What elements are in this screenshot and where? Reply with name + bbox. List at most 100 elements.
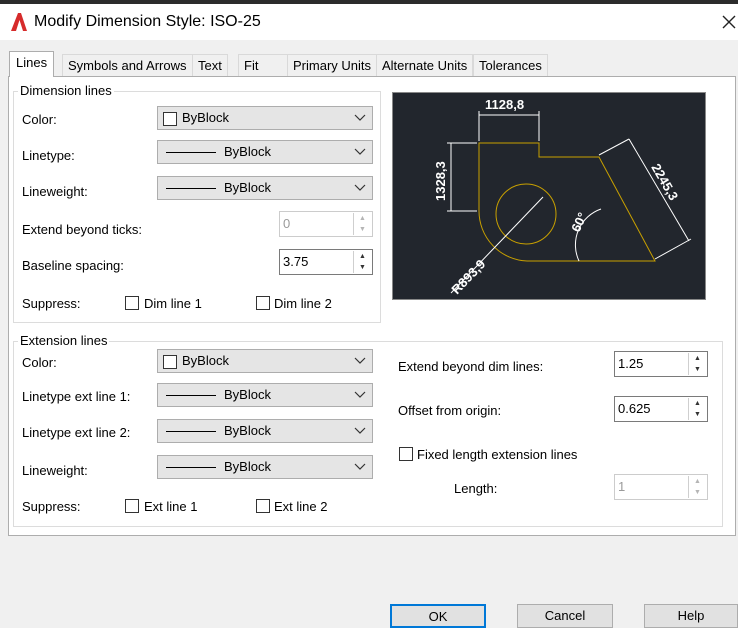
ext-line1-combo[interactable]: ByBlock — [157, 383, 373, 407]
help-button[interactable]: Help — [644, 604, 738, 628]
ext-suppress-label: Suppress: — [22, 499, 81, 514]
preview-drawing: 1128,8 1328,3 2245,3 60° R893,9 — [433, 97, 692, 298]
dim-lineweight-value: ByBlock — [224, 180, 271, 195]
ext-line2-label: Linetype ext line 2: — [22, 425, 131, 440]
spin-down-icon[interactable]: ▼ — [688, 409, 706, 420]
ext-line-1-checkbox[interactable] — [125, 499, 139, 513]
ok-button[interactable]: OK — [390, 604, 486, 628]
ext-line1-value: ByBlock — [224, 387, 271, 402]
radius-text: R893,9 — [448, 257, 488, 298]
chevron-down-icon — [354, 148, 366, 155]
spin-up-icon[interactable]: ▲ — [688, 398, 706, 409]
line-sample — [166, 395, 216, 396]
dim-line-2-checkbox[interactable] — [256, 296, 270, 310]
baseline-spacing-label: Baseline spacing: — [22, 258, 124, 273]
part-hole — [495, 183, 557, 245]
color-swatch — [163, 355, 177, 369]
dim-linetype-value: ByBlock — [224, 144, 271, 159]
dim-line-1-checkbox[interactable] — [125, 296, 139, 310]
line-sample — [166, 467, 216, 468]
ext-line-1-label: Ext line 1 — [144, 499, 198, 514]
offset-from-origin-value: 0.625 — [618, 401, 651, 416]
spin-up-icon[interactable]: ▲ — [688, 353, 706, 364]
tab-tolerances[interactable]: Tolerances — [473, 54, 548, 76]
ext-lineweight-label: Lineweight: — [22, 463, 88, 478]
dim-left-lines — [447, 142, 477, 212]
dim-diag-lines — [598, 138, 692, 260]
dim-lineweight-combo[interactable]: ByBlock — [157, 176, 373, 200]
dim-line-1-label: Dim line 1 — [144, 296, 202, 311]
ext-line1-label: Linetype ext line 1: — [22, 389, 131, 404]
tab-primary-units[interactable]: Primary Units — [287, 54, 378, 76]
chevron-down-icon — [354, 357, 366, 364]
line-sample — [166, 152, 216, 153]
extend-beyond-ticks-spinner[interactable]: 0 ▲ ▼ — [279, 211, 373, 237]
cancel-button[interactable]: Cancel — [517, 604, 613, 628]
extend-beyond-ticks-label: Extend beyond ticks: — [22, 222, 142, 237]
dim-suppress-label: Suppress: — [22, 296, 81, 311]
extend-beyond-ticks-value: 0 — [283, 216, 291, 231]
chevron-down-icon — [354, 391, 366, 398]
dim-line-2-label: Dim line 2 — [274, 296, 332, 311]
line-sample — [166, 431, 216, 432]
dim-linetype-combo[interactable]: ByBlock — [157, 140, 373, 164]
dimension-lines-legend: Dimension lines — [18, 83, 114, 98]
ext-color-value: ByBlock — [182, 353, 229, 368]
close-icon[interactable] — [722, 15, 736, 29]
extend-dim-lines-spinner[interactable]: 1.25 ▲ ▼ — [614, 351, 708, 377]
spin-down-icon[interactable]: ▼ — [353, 262, 371, 273]
spin-down-icon[interactable]: ▼ — [688, 487, 706, 498]
ext-lineweight-value: ByBlock — [224, 459, 271, 474]
length-value: 1 — [618, 479, 626, 494]
extend-dim-lines-label: Extend beyond dim lines: — [398, 359, 544, 374]
tab-lines[interactable]: Lines — [9, 51, 55, 77]
dim-color-label: Color: — [22, 112, 57, 127]
line-sample — [166, 188, 216, 189]
ext-color-label: Color: — [22, 355, 57, 370]
fixed-length-checkbox[interactable] — [399, 447, 413, 461]
dim-lineweight-label: Lineweight: — [22, 184, 88, 199]
ext-color-combo[interactable]: ByBlock — [157, 349, 373, 373]
tab-fit[interactable]: Fit — [238, 54, 288, 76]
offset-from-origin-label: Offset from origin: — [398, 403, 502, 418]
ext-line-2-checkbox[interactable] — [256, 499, 270, 513]
baseline-spacing-spinner[interactable]: 3.75 ▲ ▼ — [279, 249, 373, 275]
spin-up-icon[interactable]: ▲ — [353, 213, 371, 224]
length-spinner[interactable]: 1 ▲ ▼ — [614, 474, 708, 500]
extend-dim-lines-value: 1.25 — [618, 356, 644, 371]
tab-alternate-units[interactable]: Alternate Units — [376, 54, 474, 76]
dimension-preview: 1128,8 1328,3 2245,3 60° R893,9 — [392, 92, 706, 300]
spin-up-icon[interactable]: ▲ — [688, 476, 706, 487]
dim-linetype-label: Linetype: — [22, 148, 75, 163]
ext-lineweight-combo[interactable]: ByBlock — [157, 455, 373, 479]
dim-top-lines — [478, 111, 540, 141]
spin-down-icon[interactable]: ▼ — [353, 224, 371, 235]
dim-top-text: 1128,8 — [485, 97, 524, 112]
chevron-down-icon — [354, 463, 366, 470]
tab-text[interactable]: Text — [192, 54, 228, 76]
dim-diag-text: 2245,3 — [648, 161, 681, 203]
chevron-down-icon — [354, 114, 366, 121]
part-outline — [478, 142, 656, 262]
dim-left-text: 1328,3 — [433, 161, 448, 201]
dim-color-value: ByBlock — [182, 110, 229, 125]
ext-line-2-label: Ext line 2 — [274, 499, 328, 514]
dim-color-combo[interactable]: ByBlock — [157, 106, 373, 130]
angle-text: 60° — [568, 210, 590, 234]
chevron-down-icon — [354, 427, 366, 434]
extension-lines-legend: Extension lines — [18, 333, 110, 348]
offset-from-origin-spinner[interactable]: 0.625 ▲ ▼ — [614, 396, 708, 422]
chevron-down-icon — [354, 184, 366, 191]
window-title: Modify Dimension Style: ISO-25 — [34, 13, 261, 30]
length-label: Length: — [454, 481, 498, 496]
ext-line2-combo[interactable]: ByBlock — [157, 419, 373, 443]
autocad-app-icon — [11, 13, 27, 31]
ext-line2-value: ByBlock — [224, 423, 271, 438]
color-swatch — [163, 112, 177, 126]
baseline-spacing-value: 3.75 — [283, 254, 309, 269]
title-bar: Modify Dimension Style: ISO-25 — [0, 4, 738, 40]
spin-up-icon[interactable]: ▲ — [353, 251, 371, 262]
tab-symbols-and-arrows[interactable]: Symbols and Arrows — [62, 54, 193, 76]
fixed-length-label: Fixed length extension lines — [417, 447, 578, 462]
spin-down-icon[interactable]: ▼ — [688, 364, 706, 375]
